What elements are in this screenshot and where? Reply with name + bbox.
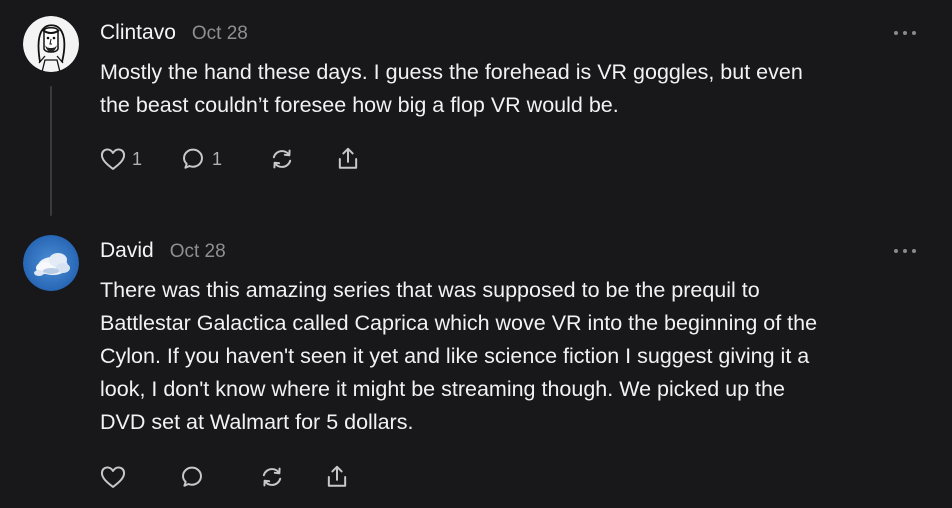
sky-clouds-icon — [23, 235, 79, 291]
comment-actions: 1 1 — [99, 145, 362, 173]
author-name[interactable]: David — [100, 239, 154, 263]
heart-icon — [100, 466, 126, 488]
more-icon[interactable] — [894, 247, 916, 255]
reply-button[interactable] — [178, 463, 211, 491]
restack-button[interactable] — [268, 145, 296, 173]
like-button[interactable] — [99, 463, 132, 491]
restack-icon — [272, 149, 292, 169]
comment-header: Clintavo Oct 28 — [100, 21, 248, 45]
restack-button[interactable] — [258, 463, 286, 491]
avatar[interactable] — [23, 16, 79, 72]
comment-text: Mostly the hand these days. I guess the … — [100, 60, 803, 117]
comment-clintavo: Clintavo Oct 28 Mostly the hand these da… — [0, 0, 952, 222]
share-icon — [338, 147, 358, 169]
sketch-portrait-icon — [23, 16, 79, 72]
author-name[interactable]: Clintavo — [100, 21, 176, 45]
share-icon — [327, 465, 347, 487]
more-icon[interactable] — [894, 29, 916, 37]
like-count: 1 — [132, 148, 143, 169]
reply-count: 1 — [212, 148, 223, 169]
comment-david: David Oct 28 There was this amazing seri… — [0, 222, 952, 508]
thread-line — [50, 86, 52, 216]
comment-actions — [99, 463, 351, 491]
comment-header: David Oct 28 — [100, 239, 226, 263]
comment-icon — [183, 148, 203, 169]
comment-date[interactable]: Oct 28 — [170, 241, 226, 263]
share-button[interactable] — [334, 145, 362, 173]
heart-icon — [100, 148, 126, 170]
avatar[interactable] — [23, 235, 79, 291]
comment-text: There was this amazing series that was s… — [100, 278, 818, 434]
comment-date[interactable]: Oct 28 — [192, 23, 248, 45]
comment-icon — [182, 466, 202, 487]
restack-icon — [262, 467, 282, 487]
like-button[interactable]: 1 — [99, 145, 142, 173]
reply-button[interactable]: 1 — [179, 145, 222, 173]
share-button[interactable] — [323, 463, 351, 491]
